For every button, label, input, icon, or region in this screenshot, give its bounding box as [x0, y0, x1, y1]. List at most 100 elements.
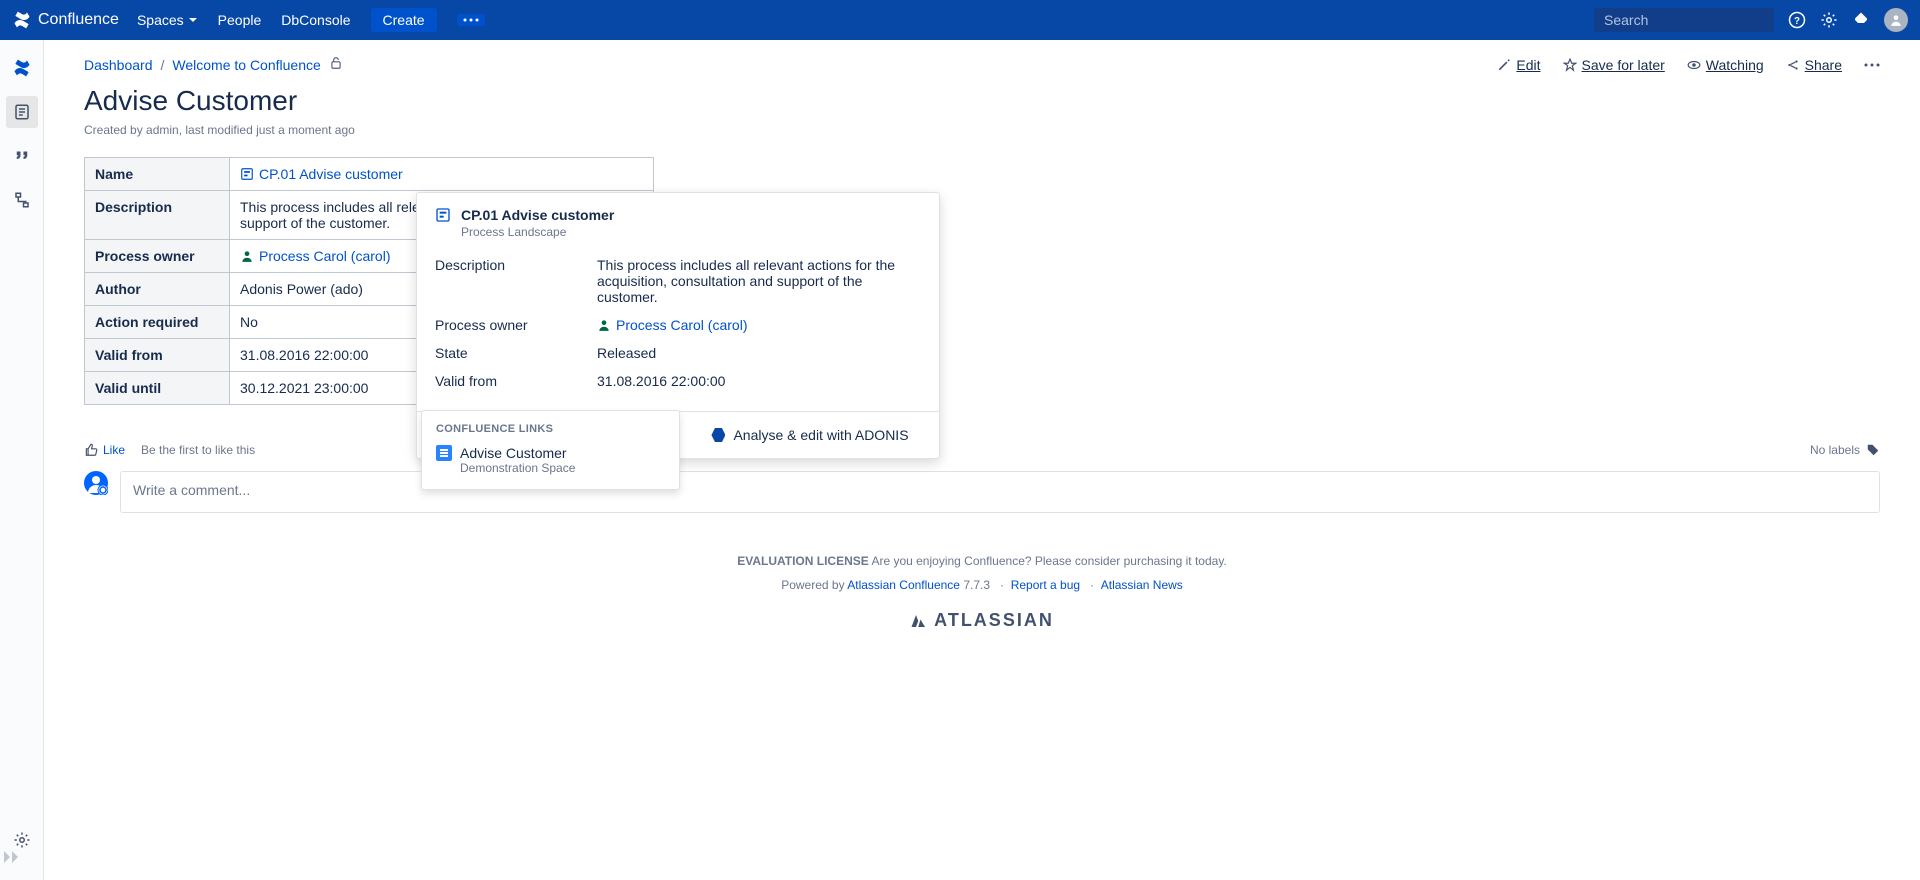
sidebar-space-icon[interactable] [6, 52, 38, 84]
eval-badge: EVALUATION LICENSE [737, 554, 869, 568]
share-label: Share [1805, 57, 1842, 73]
pencil-icon [1497, 58, 1511, 72]
no-labels-text: No labels [1810, 443, 1860, 457]
page-actions: Edit Save for later Watching Share [1497, 57, 1880, 73]
save-for-later-button[interactable]: Save for later [1563, 57, 1665, 73]
dropdown-heading: CONFLUENCE LINKS [422, 419, 679, 439]
notifications-icon[interactable] [1852, 11, 1870, 29]
social-row: Like Be the first to like this No labels [84, 443, 1880, 457]
popover-owner-text: Process Carol (carol) [616, 317, 747, 333]
main-content: Dashboard / Welcome to Confluence Edit S… [44, 40, 1920, 880]
save-label: Save for later [1582, 57, 1665, 73]
person-icon [597, 318, 611, 332]
tag-icon[interactable] [1866, 443, 1880, 457]
nav-people[interactable]: People [218, 12, 262, 28]
chevron-down-icon [188, 15, 198, 25]
ellipsis-icon [463, 18, 479, 22]
footer-links: Powered by Atlassian Confluence 7.7.3 · … [84, 578, 1880, 592]
comment-input[interactable]: Write a comment... [120, 471, 1880, 513]
thumbs-up-icon [84, 443, 98, 457]
like-button[interactable]: Like [84, 443, 125, 457]
user-icon [1889, 13, 1903, 27]
gear-icon[interactable] [1820, 11, 1838, 29]
nav-spaces-label: Spaces [137, 12, 184, 28]
analyse-adonis-button[interactable]: Analyse & edit with ADONIS [685, 416, 935, 454]
eye-icon [1687, 58, 1701, 72]
row-label: Action required [85, 306, 230, 339]
table-row: Name CP.01 Advise customer [85, 158, 654, 191]
dropdown-item-title: Advise Customer [460, 445, 575, 461]
process-icon [240, 167, 254, 181]
page-title: Advise Customer [84, 85, 1880, 117]
like-hint: Be the first to like this [141, 443, 255, 457]
sidebar [0, 40, 44, 880]
nav-items: Spaces People DbConsole Create [137, 8, 485, 32]
page-more-menu[interactable] [1864, 63, 1880, 67]
owner-text: Process Carol (carol) [259, 248, 390, 264]
page-header-row: Dashboard / Welcome to Confluence Edit S… [84, 56, 1880, 73]
further-references-dropdown: CONFLUENCE LINKS Advise Customer Demonst… [421, 410, 680, 490]
breadcrumb-sep: / [161, 57, 165, 73]
nav-spaces[interactable]: Spaces [137, 12, 198, 28]
dropdown-item-advise-customer[interactable]: Advise Customer Demonstration Space [422, 439, 679, 481]
search-input[interactable] [1604, 12, 1785, 28]
sidebar-pages[interactable] [6, 96, 38, 128]
watching-button[interactable]: Watching [1687, 57, 1764, 73]
popover-owner-link[interactable]: Process Carol (carol) [597, 317, 921, 333]
more-menu-button[interactable] [457, 14, 485, 26]
chevron-right-double-icon [0, 845, 24, 869]
star-icon [1563, 58, 1577, 72]
breadcrumb-dashboard[interactable]: Dashboard [84, 57, 153, 73]
watching-label: Watching [1706, 57, 1764, 73]
sidebar-tree[interactable] [6, 184, 38, 216]
report-bug-link[interactable]: Report a bug [1011, 578, 1080, 592]
name-link[interactable]: CP.01 Advise customer [240, 166, 643, 182]
product-link[interactable]: Atlassian Confluence [847, 578, 960, 592]
atlassian-logo-text: ATLASSIAN [934, 610, 1054, 631]
name-link-text: CP.01 Advise customer [259, 166, 403, 182]
hexagon-icon [711, 428, 725, 442]
popover-label: State [435, 345, 597, 361]
footer: EVALUATION LICENSE Are you enjoying Conf… [84, 513, 1880, 651]
footer-eval-line: EVALUATION LICENSE Are you enjoying Conf… [84, 554, 1880, 568]
comment-avatar [84, 471, 108, 495]
popover-value: This process includes all relevant actio… [597, 257, 921, 305]
search-box[interactable] [1594, 8, 1774, 32]
top-navbar: Confluence Spaces People DbConsole Creat… [0, 0, 1920, 40]
help-icon[interactable]: ? [1788, 11, 1806, 29]
sidebar-expand[interactable] [0, 845, 24, 872]
atlassian-news-link[interactable]: Atlassian News [1101, 578, 1183, 592]
row-label: Valid until [85, 372, 230, 405]
eval-text: Are you enjoying Confluence? Please cons… [869, 554, 1227, 568]
pages-icon [13, 103, 31, 121]
row-label: Name [85, 158, 230, 191]
profile-avatar[interactable] [1884, 8, 1908, 32]
popover-body: DescriptionThis process includes all rel… [417, 247, 939, 411]
popover-label: Valid from [435, 373, 597, 389]
row-label: Process owner [85, 240, 230, 273]
popover-label: Description [435, 257, 597, 305]
popover-title: CP.01 Advise customer [461, 207, 614, 223]
edit-label: Edit [1516, 57, 1540, 73]
restrictions-icon[interactable] [329, 56, 343, 73]
edit-button[interactable]: Edit [1497, 57, 1540, 73]
tooltip-popover: CP.01 Advise customer Process Landscape … [416, 192, 940, 459]
ellipsis-icon [1864, 63, 1880, 67]
share-button[interactable]: Share [1786, 57, 1842, 73]
row-label: Valid from [85, 339, 230, 372]
row-label: Author [85, 273, 230, 306]
create-button[interactable]: Create [371, 8, 437, 32]
popover-value: 31.08.2016 22:00:00 [597, 373, 921, 389]
popover-subtitle: Process Landscape [461, 225, 614, 239]
share-icon [1786, 58, 1800, 72]
process-icon [435, 207, 451, 223]
sidebar-blog[interactable] [6, 140, 38, 172]
breadcrumb-welcome[interactable]: Welcome to Confluence [172, 57, 320, 73]
popover-label: Process owner [435, 317, 597, 333]
brand-text: Confluence [38, 11, 119, 29]
confluence-space-icon [12, 58, 32, 78]
brand-logo[interactable]: Confluence [12, 10, 119, 30]
nav-dbconsole[interactable]: DbConsole [281, 12, 350, 28]
layout: Dashboard / Welcome to Confluence Edit S… [0, 40, 1920, 880]
breadcrumb: Dashboard / Welcome to Confluence [84, 56, 343, 73]
